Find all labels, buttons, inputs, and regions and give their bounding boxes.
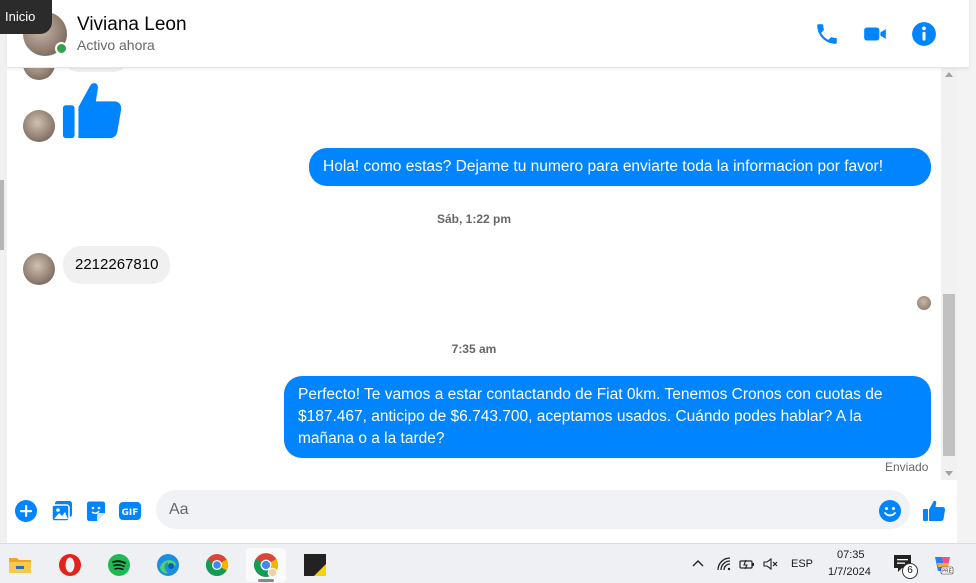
- copilot-icon[interactable]: PRE: [932, 553, 954, 575]
- scroll-up-arrow-icon[interactable]: [945, 72, 953, 77]
- opera-icon[interactable]: [50, 548, 90, 582]
- contact-name[interactable]: Viviana Leon: [77, 14, 187, 36]
- chrome-icon[interactable]: [197, 548, 237, 582]
- clock-date[interactable]: 1/7/2024: [828, 566, 871, 578]
- chrome-profile-icon[interactable]: [246, 548, 286, 582]
- image-icon[interactable]: [50, 499, 74, 523]
- sticky-app-icon[interactable]: [295, 548, 335, 582]
- timestamp-divider: 7:35 am: [451, 342, 497, 356]
- left-window-edge: [0, 0, 7, 543]
- timestamp-divider: Sáb, 1:22 pm: [436, 212, 512, 226]
- wifi-icon[interactable]: [716, 556, 732, 572]
- message-text: Hola! como estas? Dejame tu numero para …: [323, 158, 884, 175]
- language-indicator[interactable]: ESP: [791, 558, 813, 570]
- message-text: 2212267810: [75, 256, 159, 273]
- show-hidden-icons-chevron-icon[interactable]: [690, 556, 706, 572]
- volume-muted-icon[interactable]: [762, 556, 778, 572]
- contact-avatar-small: [23, 253, 55, 285]
- incoming-message-bubble[interactable]: 2212267810: [63, 246, 171, 284]
- thumbs-up-icon[interactable]: [922, 499, 946, 523]
- notifications-icon[interactable]: 6: [893, 553, 919, 579]
- seen-indicator-avatar: [917, 296, 931, 310]
- video-call-icon[interactable]: [862, 21, 888, 47]
- chat-header: Viviana Leon Activo ahora: [7, 0, 969, 68]
- svg-text:PRE: PRE: [942, 569, 952, 575]
- previous-message-bubble[interactable]: [63, 68, 129, 72]
- messages-pane[interactable]: Hola! como estas? Dejame tu numero para …: [7, 68, 941, 480]
- outgoing-message-bubble[interactable]: Hola! como estas? Dejame tu numero para …: [309, 148, 931, 186]
- online-status-dot: [55, 42, 68, 55]
- emoji-icon[interactable]: [878, 499, 902, 523]
- inicio-badge[interactable]: Inicio: [0, 0, 52, 34]
- message-text: Perfecto! Te vamos a estar contactando d…: [298, 386, 883, 447]
- contact-status: Activo ahora: [77, 37, 155, 53]
- edge-marker: [0, 180, 4, 250]
- sent-status-label: Enviado: [885, 460, 929, 474]
- spotify-icon[interactable]: [99, 548, 139, 582]
- contact-avatar-small: [23, 68, 55, 80]
- clock-time[interactable]: 07:35: [837, 549, 865, 561]
- scroll-down-arrow-icon[interactable]: [945, 471, 953, 476]
- messages-scrollbar[interactable]: [941, 68, 957, 480]
- svg-text:GIF: GIF: [122, 508, 139, 518]
- scroll-thumb[interactable]: [943, 294, 955, 456]
- active-app-indicator: [258, 579, 274, 582]
- phone-icon[interactable]: [814, 21, 840, 47]
- file-explorer-icon[interactable]: [0, 548, 40, 582]
- edge-icon[interactable]: [148, 548, 188, 582]
- info-icon[interactable]: [911, 21, 937, 47]
- outgoing-message-bubble[interactable]: Perfecto! Te vamos a estar contactando d…: [284, 376, 931, 458]
- gif-icon[interactable]: GIF: [118, 499, 142, 523]
- contact-avatar-small: [23, 110, 55, 142]
- message-composer: GIF: [7, 480, 957, 543]
- sticker-icon[interactable]: [84, 499, 108, 523]
- thumbs-up-message-icon[interactable]: [61, 80, 123, 142]
- battery-icon[interactable]: [739, 556, 755, 572]
- plus-icon[interactable]: [14, 499, 38, 523]
- right-window-edge: [957, 0, 976, 543]
- notification-count-badge: 6: [902, 563, 918, 579]
- windows-taskbar: ESP 07:35 1/7/2024 6 PRE: [0, 543, 976, 583]
- message-input[interactable]: [156, 490, 910, 529]
